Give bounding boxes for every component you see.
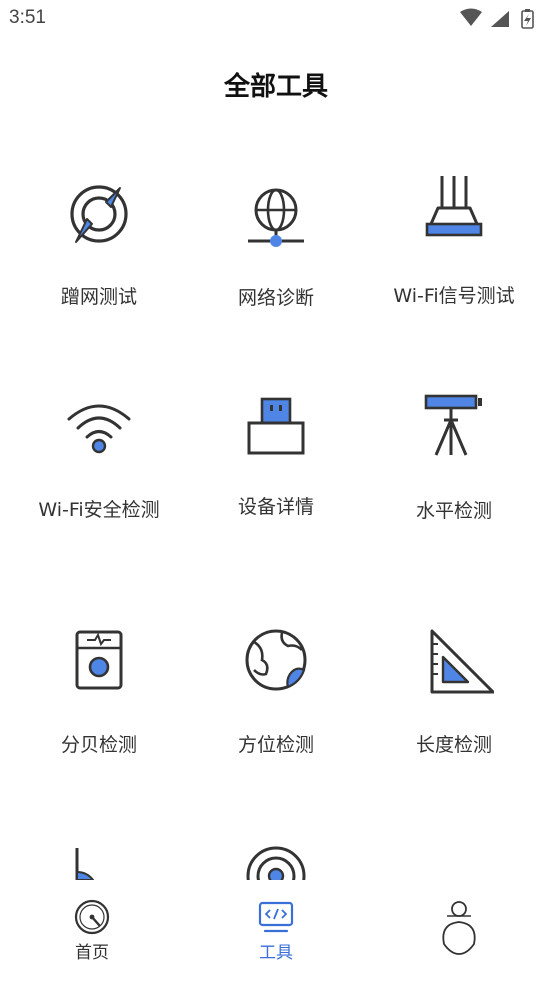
nav-item-tools[interactable]: 工具 — [216, 898, 336, 963]
tool-item-radar[interactable] — [184, 846, 368, 880]
nav-item-profile[interactable] — [399, 898, 519, 960]
tool-item-device-details[interactable]: 设备详情 — [184, 396, 368, 518]
tool-label: 蹭网测试 — [60, 286, 137, 308]
tool-label: 水平检测 — [415, 500, 492, 522]
compass-icon — [70, 185, 128, 243]
router-icon — [425, 176, 483, 237]
globe-network-icon — [248, 188, 304, 247]
page-title: 全部工具 — [223, 72, 328, 102]
tool-label: 网络诊断 — [237, 287, 314, 309]
user-icon — [442, 901, 476, 955]
code-window-icon — [258, 901, 294, 933]
tool-label: Wi-Fi安全检测 — [38, 499, 160, 521]
tool-label: 方位检测 — [237, 734, 314, 756]
usb-device-icon — [247, 397, 305, 455]
status-icons — [460, 8, 534, 29]
level-tripod-icon — [424, 394, 482, 456]
tool-item-network-diagnosis[interactable]: 网络诊断 — [184, 180, 368, 309]
cell-signal-icon — [491, 11, 509, 27]
wifi-signal-icon — [460, 8, 482, 26]
nav-item-home[interactable]: 首页 — [32, 898, 152, 963]
earth-icon — [245, 629, 307, 691]
tool-label: 分贝检测 — [60, 734, 137, 756]
triangle-ruler-icon — [430, 629, 494, 694]
tool-label: 设备详情 — [237, 496, 314, 518]
tool-item-wifi-signal-test[interactable]: Wi-Fi信号测试 — [362, 176, 546, 307]
wifi-icon — [67, 404, 131, 454]
bottom-nav: 首页 工具 — [0, 880, 552, 981]
tool-label: 长度检测 — [415, 734, 492, 756]
nav-label-tools: 工具 — [259, 943, 293, 963]
tool-item-wifi-security-check[interactable]: Wi-Fi安全检测 — [7, 395, 191, 521]
tool-item-angle[interactable] — [7, 848, 191, 880]
tool-item-decibel-check[interactable]: 分贝检测 — [7, 628, 191, 756]
tool-item-level-check[interactable]: 水平检测 — [362, 392, 546, 522]
status-bar: 3:51 — [0, 0, 552, 40]
tool-item-length-check[interactable]: 长度检测 — [362, 628, 546, 756]
decibel-meter-icon — [75, 630, 123, 690]
nav-label-home: 首页 — [75, 943, 109, 963]
tool-label: Wi-Fi信号测试 — [393, 285, 515, 307]
tool-item-wifi-leech-test[interactable]: 蹭网测试 — [7, 180, 191, 308]
status-time: 3:51 — [9, 7, 46, 28]
speedometer-icon — [74, 899, 110, 935]
tool-item-direction-check[interactable]: 方位检测 — [184, 628, 368, 756]
radar-icon — [246, 846, 306, 880]
tools-grid: 蹭网测试 网络诊断 Wi-Fi信号测试 Wi-Fi安全检测 设备详情 水平检测 … — [0, 150, 552, 880]
angle-icon — [75, 848, 95, 880]
